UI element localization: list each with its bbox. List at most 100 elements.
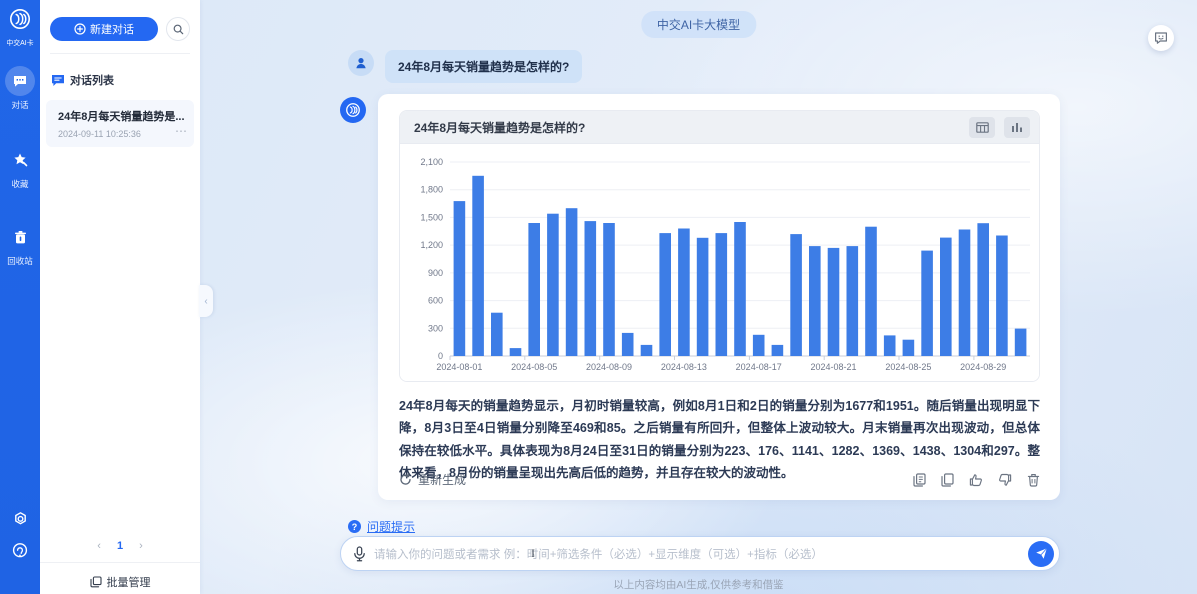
new-chat-button[interactable]: 新建对话	[50, 17, 158, 41]
pagination: ‹ 1 ›	[40, 540, 200, 552]
rail-item-label: 对话	[0, 99, 40, 111]
assistant-avatar	[340, 97, 366, 123]
chart-panel: 24年8月每天销量趋势是怎样的? 0 300 600 900 1,200 1,500 1,8…	[399, 110, 1040, 382]
chat-bubble-icon	[5, 66, 35, 96]
copy-button[interactable]	[941, 473, 954, 487]
star-collect-icon	[5, 145, 35, 175]
user-avatar	[348, 50, 374, 76]
paper-plane-icon	[1035, 547, 1048, 560]
chart-view-button[interactable]	[1004, 117, 1030, 138]
more-options-icon[interactable]: ⋯	[175, 124, 188, 138]
person-icon	[354, 56, 368, 70]
rail-item-chat[interactable]: 对话	[0, 66, 40, 111]
message-input-placeholder: 请输入你的问题或者需求 例：时间+筛选条件（必选）+显示维度（可选）+指标（必选…	[374, 546, 1028, 562]
divider	[40, 562, 200, 563]
plus-circle-icon	[74, 23, 86, 35]
message-input-bar[interactable]: 请输入你的问题或者需求 例：时间+筛选条件（必选）+显示维度（可选）+指标（必选…	[340, 536, 1060, 571]
conversation-timestamp: 2024-09-11 10:25:36	[58, 129, 188, 139]
text-cursor: I	[531, 546, 535, 561]
nav-rail: 中交AI卡 对话 收藏 回收站	[0, 0, 40, 594]
answer-actions	[913, 473, 1040, 487]
model-badge: 中交AI卡大模型	[641, 11, 756, 38]
svg-text:2,100: 2,100	[420, 157, 443, 167]
new-chat-label: 新建对话	[90, 21, 134, 37]
app-logo: 中交AI卡	[0, 8, 40, 48]
app-window: 中交AI卡 对话 收藏 回收站	[0, 0, 1197, 594]
thumbs-down-icon	[998, 473, 1012, 487]
svg-text:2024-08-25: 2024-08-25	[885, 362, 931, 372]
copy-text-button[interactable]	[913, 473, 926, 487]
divider	[50, 53, 190, 54]
conversation-panel: 新建对话 对话列表 24年8月每天销量趋势是... 2024-09-11 10:…	[40, 0, 200, 594]
copy-stack-icon	[90, 576, 102, 588]
bar-chart-svg: 0 300 600 900 1,200 1,500 1,800 2,100 2024-08-01…	[402, 148, 1040, 380]
svg-text:300: 300	[428, 323, 443, 333]
conversation-list-title: 对话列表	[70, 72, 114, 88]
svg-text:2024-08-17: 2024-08-17	[736, 362, 782, 372]
conversation-list-header: 对话列表	[51, 72, 114, 88]
bar-chart: 0 300 600 900 1,200 1,500 1,800 2,100 2024-08-01…	[400, 144, 1039, 381]
thumbs-up-icon	[969, 473, 983, 487]
chat-main: 中交AI卡大模型 24年8月每天销量趋势是怎样的? 24年8月每天销量趋势是怎样…	[200, 0, 1197, 594]
rail-item-recycle-bin[interactable]: 回收站	[0, 222, 40, 267]
svg-text:2024-08-01: 2024-08-01	[436, 362, 482, 372]
svg-text:1,200: 1,200	[420, 240, 443, 250]
bar-chart-icon	[1011, 122, 1023, 133]
app-name: 中交AI卡	[2, 37, 39, 47]
microphone-icon[interactable]	[353, 546, 366, 562]
svg-text:2024-08-13: 2024-08-13	[661, 362, 707, 372]
delete-button[interactable]	[1027, 473, 1040, 487]
user-message-row: 24年8月每天销量趋势是怎样的?	[348, 50, 582, 83]
batch-manage-button[interactable]: 批量管理	[40, 574, 200, 590]
trash-icon	[1027, 473, 1040, 487]
panel-collapse-handle[interactable]: ‹	[199, 285, 213, 317]
svg-text:600: 600	[428, 296, 443, 306]
collapse-icon: ‹	[204, 296, 207, 307]
settings-button[interactable]	[0, 510, 40, 532]
rail-item-label: 收藏	[0, 178, 40, 190]
question-hints-label: 问题提示	[367, 518, 415, 535]
svg-text:1,800: 1,800	[420, 185, 443, 195]
answer-card: 24年8月每天销量趋势是怎样的? 0 300 600 900 1,200 1,500 1,8…	[378, 94, 1060, 500]
question-hints-link[interactable]: ? 问题提示	[348, 518, 415, 535]
user-message-bubble: 24年8月每天销量趋势是怎样的?	[385, 50, 582, 83]
current-page[interactable]: 1	[117, 540, 123, 552]
prev-page-icon[interactable]: ‹	[97, 540, 101, 552]
svg-text:2024-08-21: 2024-08-21	[810, 362, 856, 372]
chart-panel-header: 24年8月每天销量趋势是怎样的?	[400, 111, 1039, 144]
rail-item-label: 回收站	[0, 255, 40, 267]
headset-icon	[11, 542, 29, 560]
svg-text:900: 900	[428, 268, 443, 278]
search-button[interactable]	[166, 17, 190, 41]
answer-footer: 重新生成	[399, 471, 1040, 488]
svg-text:2024-08-29: 2024-08-29	[960, 362, 1006, 372]
smiley-chat-icon	[1154, 31, 1168, 45]
conversation-item[interactable]: 24年8月每天销量趋势是... 2024-09-11 10:25:36 ⋯	[46, 100, 194, 147]
svg-text:1,500: 1,500	[420, 212, 443, 222]
brand-swirl-icon	[9, 8, 31, 30]
brand-swirl-icon	[345, 102, 361, 118]
chart-title: 24年8月每天销量趋势是怎样的?	[414, 119, 960, 136]
regenerate-label: 重新生成	[418, 471, 466, 488]
search-icon	[173, 24, 184, 35]
regenerate-button[interactable]: 重新生成	[399, 471, 466, 488]
support-button[interactable]	[0, 542, 40, 565]
refresh-icon	[399, 473, 412, 486]
svg-text:2024-08-05: 2024-08-05	[511, 362, 557, 372]
table-icon	[976, 122, 989, 133]
send-button[interactable]	[1028, 541, 1054, 567]
thumbs-down-button[interactable]	[998, 473, 1012, 487]
question-mark-icon: ?	[348, 520, 361, 533]
gear-icon	[12, 510, 29, 527]
thumbs-up-button[interactable]	[969, 473, 983, 487]
copy-document-icon	[913, 473, 926, 487]
ai-disclaimer: 以上内容均由AI生成,仅供参考和借鉴	[200, 577, 1197, 592]
table-view-button[interactable]	[969, 117, 995, 138]
svg-text:2024-08-09: 2024-08-09	[586, 362, 632, 372]
next-page-icon[interactable]: ›	[139, 540, 143, 552]
feedback-floating-button[interactable]	[1148, 25, 1174, 51]
batch-manage-label: 批量管理	[107, 574, 151, 590]
chat-list-icon	[51, 74, 65, 87]
svg-text:0: 0	[438, 351, 443, 361]
rail-item-favorites[interactable]: 收藏	[0, 145, 40, 190]
